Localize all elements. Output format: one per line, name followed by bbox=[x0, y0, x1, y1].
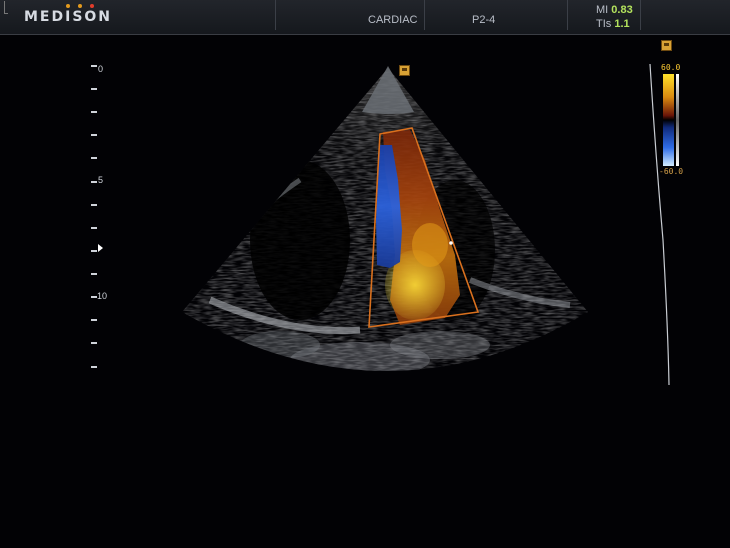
depth-label: 0 bbox=[98, 64, 104, 74]
header-divider bbox=[275, 0, 276, 30]
depth-tick bbox=[91, 227, 97, 229]
depth-tick bbox=[91, 157, 97, 159]
brand-dot-2 bbox=[78, 4, 82, 8]
orientation-marker-icon bbox=[399, 65, 410, 76]
depth-tick bbox=[91, 204, 97, 206]
colorbar-gray-strip bbox=[676, 74, 679, 166]
thermal-index: TIs 1.1 bbox=[596, 18, 630, 30]
brand-dot-1 bbox=[66, 4, 70, 8]
colorbar-min-label: -60.0 bbox=[659, 167, 684, 176]
depth-tick bbox=[91, 366, 97, 368]
brand-dots bbox=[66, 4, 96, 8]
colorbar-max-label: 60.0 bbox=[661, 63, 681, 72]
depth-tick bbox=[91, 65, 97, 67]
depth-tick bbox=[91, 250, 97, 252]
header-divider bbox=[424, 0, 425, 30]
depth-label: 10 bbox=[97, 291, 108, 301]
mi-value: 0.83 bbox=[611, 4, 633, 16]
echo-sector-image[interactable] bbox=[0, 35, 730, 548]
square-marker-icon bbox=[661, 40, 672, 51]
mi-label: MI bbox=[596, 4, 609, 16]
depth-tick bbox=[91, 319, 97, 321]
tis-label: TIs bbox=[596, 18, 612, 30]
sample-cursor[interactable] bbox=[449, 241, 453, 245]
application-preset[interactable]: CARDIAC bbox=[368, 14, 418, 26]
depth-tick bbox=[91, 88, 97, 90]
ultrasound-image-area[interactable] bbox=[0, 35, 730, 548]
window-edge-mark bbox=[4, 1, 8, 14]
brand-dot-3 bbox=[90, 4, 94, 8]
probe-name[interactable]: P2-4 bbox=[472, 14, 495, 26]
depth-tick bbox=[91, 111, 97, 113]
mechanical-index: MI 0.83 bbox=[596, 4, 633, 16]
brand-logo: MEDISON bbox=[24, 9, 113, 25]
header-bar: MEDISON CARDIAC P2-4 MI 0.83 TIs 1.1 bbox=[0, 0, 730, 35]
depth-tick bbox=[91, 273, 97, 275]
header-divider bbox=[567, 0, 568, 30]
tis-value: 1.1 bbox=[614, 18, 630, 30]
depth-tick bbox=[91, 342, 97, 344]
colorbar-gradient bbox=[663, 74, 674, 166]
depth-tick bbox=[91, 134, 97, 136]
depth-tick bbox=[91, 181, 97, 183]
header-divider bbox=[640, 0, 641, 30]
depth-label: 5 bbox=[98, 175, 104, 185]
focus-triangle-icon[interactable] bbox=[98, 244, 103, 252]
